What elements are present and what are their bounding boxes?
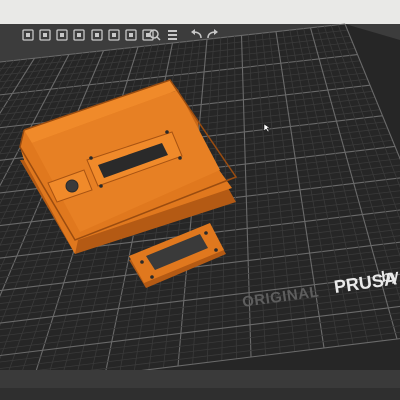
screw-hole [99,184,103,188]
knob-hole [65,179,79,193]
viewport-bottom [0,370,400,388]
add-object-icon[interactable] [22,29,34,41]
3d-viewport[interactable]: ORIGINAL PRUSA by [0,0,400,400]
top-bar [0,0,400,24]
redo-icon[interactable] [207,29,218,39]
plate-screw-hole [204,231,208,235]
bed-logo-suffix: by [380,267,400,286]
arrange-icon[interactable] [73,29,85,41]
status-strip [0,388,400,400]
screw-hole [165,130,169,134]
3d-scene[interactable]: ORIGINAL PRUSA by [0,0,400,400]
plate-screw-hole [214,248,218,252]
paste-icon[interactable] [108,29,120,41]
layer-editing-icon[interactable] [168,30,177,40]
screw-hole [178,156,182,160]
search-icon[interactable] [149,29,161,41]
delete-icon[interactable] [39,29,51,41]
plate-screw-hole [150,275,154,279]
plate-screw-hole [140,260,144,264]
delete-all-icon[interactable] [56,29,68,41]
screw-hole [89,156,93,160]
toolbar [22,29,218,41]
copy-icon[interactable] [91,29,103,41]
undo-icon[interactable] [191,29,202,39]
add-instance-icon[interactable] [125,29,137,41]
